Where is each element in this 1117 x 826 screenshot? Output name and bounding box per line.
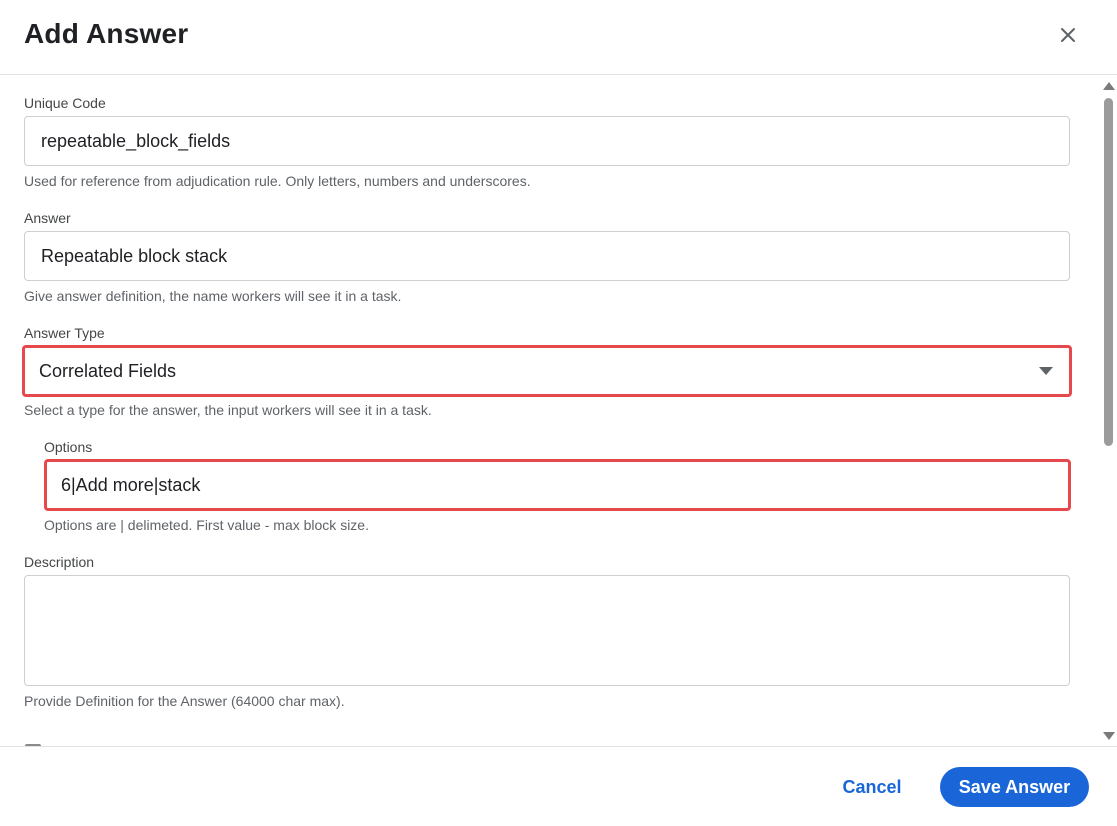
scroll-thumb[interactable]: [1104, 98, 1113, 446]
answer-type-selected: Correlated Fields: [39, 360, 177, 381]
cancel-button[interactable]: Cancel: [826, 767, 918, 807]
unique-code-helper: Used for reference from adjudication rul…: [24, 173, 531, 189]
dialog-body: Unique Code repeatable_block_fields Used…: [0, 76, 1100, 746]
unique-code-value: repeatable_block_fields: [41, 130, 231, 151]
chevron-down-icon: [1039, 367, 1053, 375]
options-input[interactable]: 6|Add more|stack: [44, 459, 1071, 511]
scroll-up-icon[interactable]: [1103, 82, 1115, 90]
scroll-down-icon[interactable]: [1103, 732, 1115, 740]
save-answer-button[interactable]: Save Answer: [940, 767, 1089, 807]
answer-type-label: Answer Type: [24, 325, 105, 341]
add-answer-dialog: Add Answer Unique Code repeatable_block_…: [0, 0, 1117, 826]
answer-value: Repeatable block stack: [41, 245, 228, 266]
description-textarea[interactable]: [24, 575, 1070, 686]
scrollbar[interactable]: [1100, 78, 1117, 746]
unique-code-input[interactable]: repeatable_block_fields: [24, 116, 1070, 166]
answer-type-helper: Select a type for the answer, the input …: [24, 402, 432, 418]
options-helper: Options are | delimeted. First value - m…: [44, 517, 369, 533]
dialog-header: Add Answer: [0, 0, 1117, 75]
unique-code-label: Unique Code: [24, 95, 106, 111]
answer-type-select[interactable]: Correlated Fields: [22, 345, 1072, 397]
description-helper: Provide Definition for the Answer (64000…: [24, 693, 345, 709]
answer-helper: Give answer definition, the name workers…: [24, 288, 402, 304]
dialog-title: Add Answer: [24, 18, 189, 49]
answer-input[interactable]: Repeatable block stack: [24, 231, 1070, 281]
answer-label: Answer: [24, 210, 71, 226]
dialog-footer: Cancel Save Answer: [0, 746, 1117, 826]
options-value: 6|Add more|stack: [61, 474, 201, 495]
close-icon[interactable]: [1056, 23, 1080, 47]
options-label: Options: [44, 439, 93, 455]
description-label: Description: [24, 554, 95, 570]
